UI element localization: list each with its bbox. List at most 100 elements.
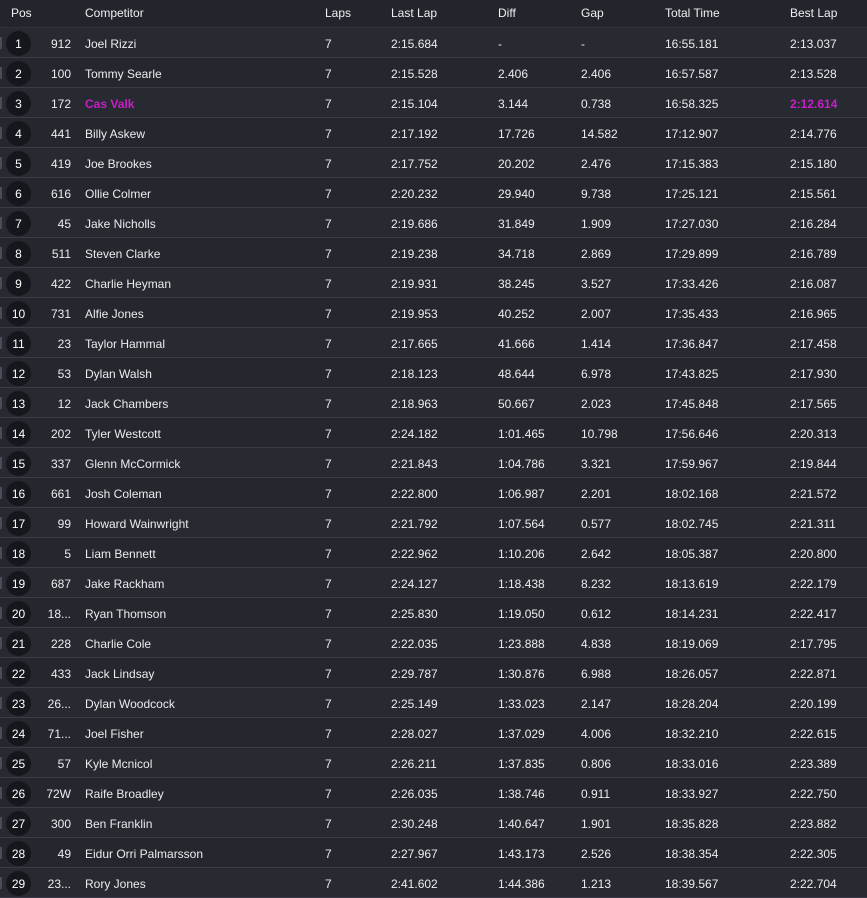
gap-value: 3.527 [581, 277, 612, 291]
table-row[interactable]: 20 18... Ryan Thomson 7 2:25.830 1:19.050 0.61… [0, 598, 867, 628]
table-row[interactable]: 13 12 Jack Chambers 7 2:18.963 50.667 2.023 17:… [0, 388, 867, 418]
total-time-value: 17:56.646 [665, 427, 719, 441]
competitor-name: Taylor Hammal [85, 337, 166, 351]
table-row[interactable]: 24 71... Joel Fisher 7 2:28.027 1:37.029 4.006… [0, 718, 867, 748]
laps-value: 7 [325, 277, 332, 291]
best-lap-value: 2:16.284 [790, 217, 837, 231]
best-lap-value: 2:17.795 [790, 637, 837, 651]
table-row[interactable]: 29 23... Rory Jones 7 2:41.602 1:44.386 1.213 1… [0, 868, 867, 898]
gap-value: 0.911 [581, 787, 611, 801]
table-row[interactable]: 1 912 Joel Rizzi 7 2:15.684 - - 16:55.181 2:13.0… [0, 28, 867, 58]
diff-value: 48.644 [498, 367, 535, 381]
best-lap-value: 2:13.528 [790, 67, 837, 81]
table-row[interactable]: 7 45 Jake Nicholls 7 2:19.686 31.849 1.909 17:2… [0, 208, 867, 238]
position-badge: 9 [6, 271, 31, 296]
diff-value: 1:37.835 [498, 757, 545, 771]
table-row[interactable]: 18 5 Liam Bennett 7 2:22.962 1:10.206 2.642 18:… [0, 538, 867, 568]
position-badge: 8 [6, 241, 31, 266]
gap-value: 2.201 [581, 487, 612, 501]
table-row[interactable]: 28 49 Eidur Orri Palmarsson 7 2:27.967 1:43.1… [0, 838, 867, 868]
competitor-name: Jack Chambers [85, 397, 169, 411]
table-row[interactable]: 14 202 Tyler Westcott 7 2:24.182 1:01.465 10.7… [0, 418, 867, 448]
row-edge-marker [0, 337, 2, 349]
table-row[interactable]: 26 72W Raife Broadley 7 2:26.035 1:38.746 0.91… [0, 778, 867, 808]
car-number: 616 [50, 187, 71, 201]
laps-value: 7 [325, 427, 332, 441]
best-lap-value: 2:22.704 [790, 877, 837, 891]
table-row[interactable]: 5 419 Joe Brookes 7 2:17.752 20.202 2.476 17:15… [0, 148, 867, 178]
gap-value: 0.612 [581, 607, 612, 621]
table-row[interactable]: 23 26... Dylan Woodcock 7 2:25.149 1:33.023 2.… [0, 688, 867, 718]
gap-value: 6.978 [581, 367, 612, 381]
last-lap-value: 2:25.830 [391, 607, 438, 621]
competitor-name: Josh Coleman [85, 487, 162, 501]
diff-value: 34.718 [498, 247, 535, 261]
header-laps[interactable]: Laps [325, 6, 351, 20]
header-competitor[interactable]: Competitor [85, 6, 144, 20]
row-edge-marker [0, 787, 2, 799]
competitor-name: Jake Nicholls [85, 217, 156, 231]
table-row[interactable]: 25 57 Kyle Mcnicol 7 2:26.211 1:37.835 0.806 18… [0, 748, 867, 778]
laps-value: 7 [325, 727, 332, 741]
table-row[interactable]: 10 731 Alfie Jones 7 2:19.953 40.252 2.007 17:3… [0, 298, 867, 328]
position-badge: 16 [6, 481, 31, 506]
gap-value: 3.321 [581, 457, 612, 471]
position-badge: 6 [6, 181, 31, 206]
header-gap[interactable]: Gap [581, 6, 604, 20]
position-badge: 17 [6, 511, 31, 536]
table-row[interactable]: 6 616 Ollie Colmer 7 2:20.232 29.940 9.738 17:2… [0, 178, 867, 208]
table-row[interactable]: 8 511 Steven Clarke 7 2:19.238 34.718 2.869 17:… [0, 238, 867, 268]
competitor-name: Raife Broadley [85, 787, 164, 801]
position-badge: 4 [6, 121, 31, 146]
diff-value: 41.666 [498, 337, 535, 351]
last-lap-value: 2:21.792 [391, 517, 438, 531]
table-row[interactable]: 11 23 Taylor Hammal 7 2:17.665 41.666 1.414 17:… [0, 328, 867, 358]
header-total-time[interactable]: Total Time [665, 6, 720, 20]
laps-value: 7 [325, 397, 332, 411]
diff-value: 1:43.173 [498, 847, 545, 861]
total-time-value: 18:38.354 [665, 847, 719, 861]
position-badge: 2 [6, 61, 31, 86]
position-badge: 13 [6, 391, 31, 416]
last-lap-value: 2:28.027 [391, 727, 438, 741]
table-row[interactable]: 9 422 Charlie Heyman 7 2:19.931 38.245 3.527 17… [0, 268, 867, 298]
table-row[interactable]: 15 337 Glenn McCormick 7 2:21.843 1:04.786 3.3… [0, 448, 867, 478]
header-pos[interactable]: Pos [11, 6, 32, 20]
last-lap-value: 2:22.035 [391, 637, 438, 651]
table-row[interactable]: 22 433 Jack Lindsay 7 2:29.787 1:30.876 6.988 1… [0, 658, 867, 688]
table-row[interactable]: 16 661 Josh Coleman 7 2:22.800 1:06.987 2.201 1… [0, 478, 867, 508]
row-edge-marker [0, 517, 2, 529]
table-row[interactable]: 21 228 Charlie Cole 7 2:22.035 1:23.888 4.838 1… [0, 628, 867, 658]
position-badge: 11 [6, 331, 31, 356]
car-number: 419 [50, 157, 71, 171]
total-time-value: 17:45.848 [665, 397, 719, 411]
header-last-lap[interactable]: Last Lap [391, 6, 437, 20]
table-row[interactable]: 27 300 Ben Franklin 7 2:30.248 1:40.647 1.901 1… [0, 808, 867, 838]
diff-value: 1:01.465 [498, 427, 545, 441]
last-lap-value: 2:19.931 [391, 277, 438, 291]
total-time-value: 17:27.030 [665, 217, 719, 231]
best-lap-value: 2:23.882 [790, 817, 837, 831]
position-badge: 5 [6, 151, 31, 176]
table-row[interactable]: 19 687 Jake Rackham 7 2:24.127 1:18.438 8.232 1… [0, 568, 867, 598]
header-best-lap[interactable]: Best Lap [790, 6, 837, 20]
table-row[interactable]: 3 172 Cas Valk 7 2:15.104 3.144 0.738 16:58.325… [0, 88, 867, 118]
table-row[interactable]: 2 100 Tommy Searle 7 2:15.528 2.406 2.406 16:57… [0, 58, 867, 88]
table-row[interactable]: 4 441 Billy Askew 7 2:17.192 17.726 14.582 17:1… [0, 118, 867, 148]
gap-value: 2.476 [581, 157, 612, 171]
car-number: 26... [47, 697, 71, 711]
total-time-value: 16:55.181 [665, 37, 719, 51]
table-row[interactable]: 17 99 Howard Wainwright 7 2:21.792 1:07.564 0.… [0, 508, 867, 538]
last-lap-value: 2:26.211 [391, 757, 437, 771]
competitor-name: Charlie Cole [85, 637, 152, 651]
laps-value: 7 [325, 157, 332, 171]
competitor-name: Cas Valk [85, 97, 135, 111]
table-row[interactable]: 12 53 Dylan Walsh 7 2:18.123 48.644 6.978 17:43… [0, 358, 867, 388]
header-diff[interactable]: Diff [498, 6, 516, 20]
gap-value: 2.007 [581, 307, 612, 321]
diff-value: 1:40.647 [498, 817, 545, 831]
laps-value: 7 [325, 877, 332, 891]
row-edge-marker [0, 67, 2, 79]
diff-value: 38.245 [498, 277, 535, 291]
position-badge: 27 [6, 811, 31, 836]
